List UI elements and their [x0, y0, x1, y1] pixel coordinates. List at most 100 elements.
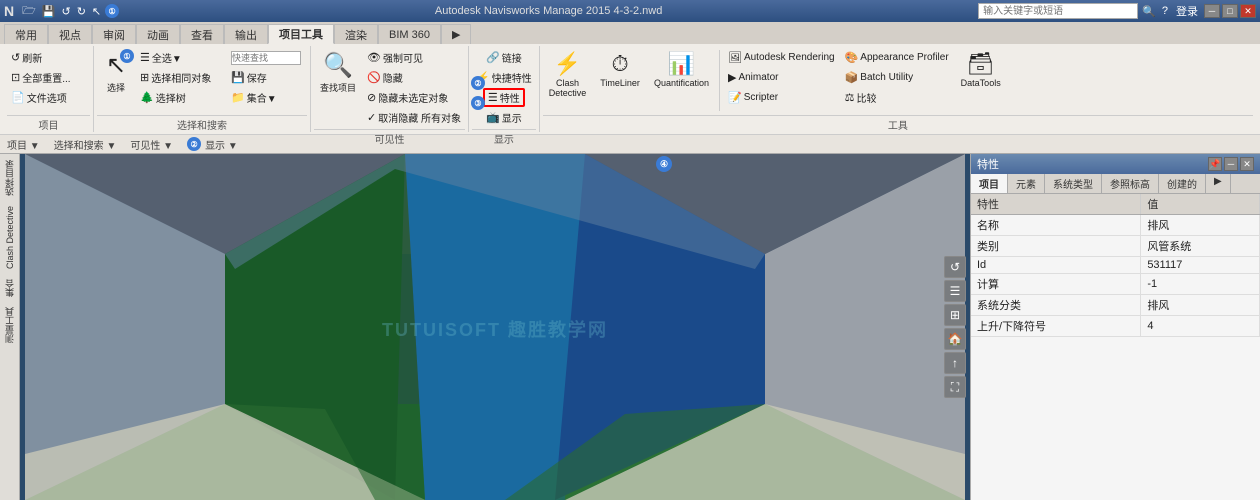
batch-icon: 📦	[845, 71, 859, 84]
property-value: 排风	[1141, 295, 1260, 316]
property-value: -1	[1141, 274, 1260, 295]
unhide-all-button[interactable]: ✓ 取消隐藏 所有对象	[363, 108, 465, 127]
batch-utility-button[interactable]: 📦 Batch Utility	[841, 68, 953, 87]
panel-close-button[interactable]: ✕	[1240, 157, 1254, 171]
appearance-profiler-button[interactable]: 🎨 Appearance Profiler	[841, 48, 953, 67]
toolbar-icon-5[interactable]: ↖	[90, 5, 103, 18]
force-visible-button[interactable]: 👁 强制可见	[363, 48, 465, 67]
panel-tab-project[interactable]: 项目	[971, 174, 1008, 193]
compare-button[interactable]: ⚖ 比较	[841, 88, 953, 107]
clash-icon: ⚡	[554, 51, 581, 77]
find-items-icon: 🔍	[323, 51, 353, 80]
link-button[interactable]: 🔗 链接	[482, 48, 526, 67]
vc-btn-4[interactable]: 🏠	[944, 328, 966, 350]
tab-animation[interactable]: 动画	[136, 24, 180, 44]
sidebar-item-measure[interactable]: 测量工具	[1, 303, 18, 347]
sidebar-item-directory[interactable]: 选择目录	[1, 156, 18, 200]
sidebar-item-sets[interactable]: 集合	[1, 275, 18, 301]
file-options-button[interactable]: 📄 文件选项	[7, 88, 75, 107]
quick-find-input-row	[227, 48, 307, 67]
scripter-button[interactable]: 📝 Scripter	[724, 88, 839, 107]
sets-button[interactable]: 📁 集合▼	[227, 88, 307, 107]
properties-button[interactable]: ☰ 特性	[483, 88, 525, 107]
select-same-icon: ⊞	[140, 71, 149, 84]
subbar-project[interactable]: 项目 ▼	[4, 136, 43, 153]
search-input[interactable]	[978, 3, 1138, 19]
search-icon[interactable]: 🔍	[1140, 5, 1158, 18]
tab-output[interactable]: 输出	[224, 24, 268, 44]
quantification-button[interactable]: 📊 Quantification	[648, 48, 715, 91]
refresh-button[interactable]: ↺ 刷新	[7, 48, 75, 67]
toolbar-icon-2[interactable]: 💾	[40, 5, 58, 18]
quick-find-input[interactable]	[231, 51, 301, 65]
select-large-button[interactable]: ↖ 选择 ①	[97, 48, 135, 97]
hide-button[interactable]: 🚫 隐藏	[363, 68, 465, 87]
select-tree-button[interactable]: 🌲 选择树	[136, 88, 226, 107]
panel-title-buttons: 📌 ─ ✕	[1208, 157, 1254, 171]
viewport[interactable]: TUTUISOFT 趣胜教学网 ↺ ☰ ⊞ 🏠 ↑ ⛶ ④	[20, 154, 970, 500]
compare-icon: ⚖	[845, 91, 855, 104]
find-items-button[interactable]: 🔍 查找项目	[314, 48, 362, 97]
app-title: Autodesk Navisworks Manage 2015 4-3-2.nw…	[119, 5, 978, 17]
vc-btn-1[interactable]: ↺	[944, 256, 966, 278]
subbar-display[interactable]: ② 显示 ▼	[184, 136, 241, 153]
tab-project-tools[interactable]: 项目工具	[268, 24, 334, 44]
circle-badge-inline: ①	[120, 49, 134, 63]
close-button[interactable]: ✕	[1240, 4, 1256, 18]
subbar-visibility[interactable]: 可见性 ▼	[127, 136, 176, 153]
minimize-button[interactable]: ─	[1204, 4, 1220, 18]
sidebar-item-clash[interactable]: Clash Detective	[3, 202, 17, 273]
panel-tab-system-type[interactable]: 系统类型	[1045, 174, 1102, 193]
select-same-button[interactable]: ⊞ 选择相同对象	[136, 68, 226, 87]
clash-detective-button[interactable]: ⚡ ClashDetective	[543, 48, 593, 101]
sets-icon: 📁	[231, 91, 245, 104]
panel-minimize-button[interactable]: ─	[1224, 157, 1238, 171]
toolbar-icon-3[interactable]: ↺	[59, 5, 72, 18]
save-button[interactable]: 💾 保存	[227, 68, 307, 87]
circle-badge-1: ①	[105, 4, 119, 18]
property-value: 排风	[1141, 215, 1260, 236]
animator-button[interactable]: ▶ Animator	[724, 68, 839, 87]
tab-bim360[interactable]: BIM 360	[378, 24, 441, 44]
appearance-icon: 🎨	[845, 51, 859, 64]
tab-render[interactable]: 渲染	[334, 24, 378, 44]
timeliner-icon: ⏱	[612, 51, 629, 77]
login-text[interactable]: 登录	[1172, 3, 1202, 19]
app-logo-icon: N	[4, 3, 14, 19]
tab-more[interactable]: ▶	[441, 24, 471, 44]
title-bar: N 🗁 💾 ↺ ↻ ↖ ① Autodesk Navisworks Manage…	[0, 0, 1260, 22]
panel-pin-button[interactable]: 📌	[1208, 157, 1222, 171]
tab-viewpoint[interactable]: 视点	[48, 24, 92, 44]
hide-unselected-button[interactable]: ⊘ 隐藏未选定对象	[363, 88, 465, 107]
main-area: 选择目录 Clash Detective 集合 测量工具	[0, 154, 1260, 500]
tab-common[interactable]: 常用	[4, 24, 48, 44]
display-button[interactable]: 📺 显示	[482, 108, 526, 127]
autodesk-rendering-button[interactable]: 🖼 Autodesk Rendering	[724, 48, 839, 67]
toolbar-icon-1[interactable]: 🗁	[20, 2, 38, 21]
maximize-button[interactable]: □	[1222, 4, 1238, 18]
force-visible-icon: 👁	[367, 51, 381, 64]
panel-tab-ref-level[interactable]: 参照标高	[1102, 174, 1159, 193]
select-group-label: 选择和搜索	[97, 115, 307, 132]
select-all-button[interactable]: ☰ 全选▼	[136, 48, 226, 67]
vc-btn-2[interactable]: ☰	[944, 280, 966, 302]
timeliner-button[interactable]: ⏱ TimeLiner	[594, 48, 646, 91]
vc-btn-6[interactable]: ⛶	[944, 376, 966, 398]
panel-tab-element[interactable]: 元素	[1008, 174, 1045, 193]
reset-all-button[interactable]: ⊡ 全部重置...	[7, 68, 75, 87]
select-tree-icon: 🌲	[140, 91, 154, 104]
panel-tab-more[interactable]: ▶	[1206, 174, 1231, 193]
panel-tab-created[interactable]: 创建的	[1159, 174, 1206, 193]
vc-btn-5[interactable]: ↑	[944, 352, 966, 374]
tab-view[interactable]: 查看	[180, 24, 224, 44]
circle-badge-4: ④	[656, 156, 672, 172]
help-icon[interactable]: ?	[1160, 5, 1170, 17]
data-tools-button[interactable]: 🗃 DataTools	[955, 48, 1007, 91]
toolbar-icon-4[interactable]: ↻	[75, 5, 88, 18]
subbar-select-search[interactable]: 选择和搜索 ▼	[51, 136, 120, 153]
tab-review[interactable]: 审阅	[92, 24, 136, 44]
vc-btn-3[interactable]: ⊞	[944, 304, 966, 326]
properties-icon: ☰	[488, 91, 498, 104]
circle-badge-2: ②	[471, 76, 485, 90]
project-buttons: ↺ 刷新 ⊡ 全部重置... 📄 文件选项	[7, 48, 90, 113]
